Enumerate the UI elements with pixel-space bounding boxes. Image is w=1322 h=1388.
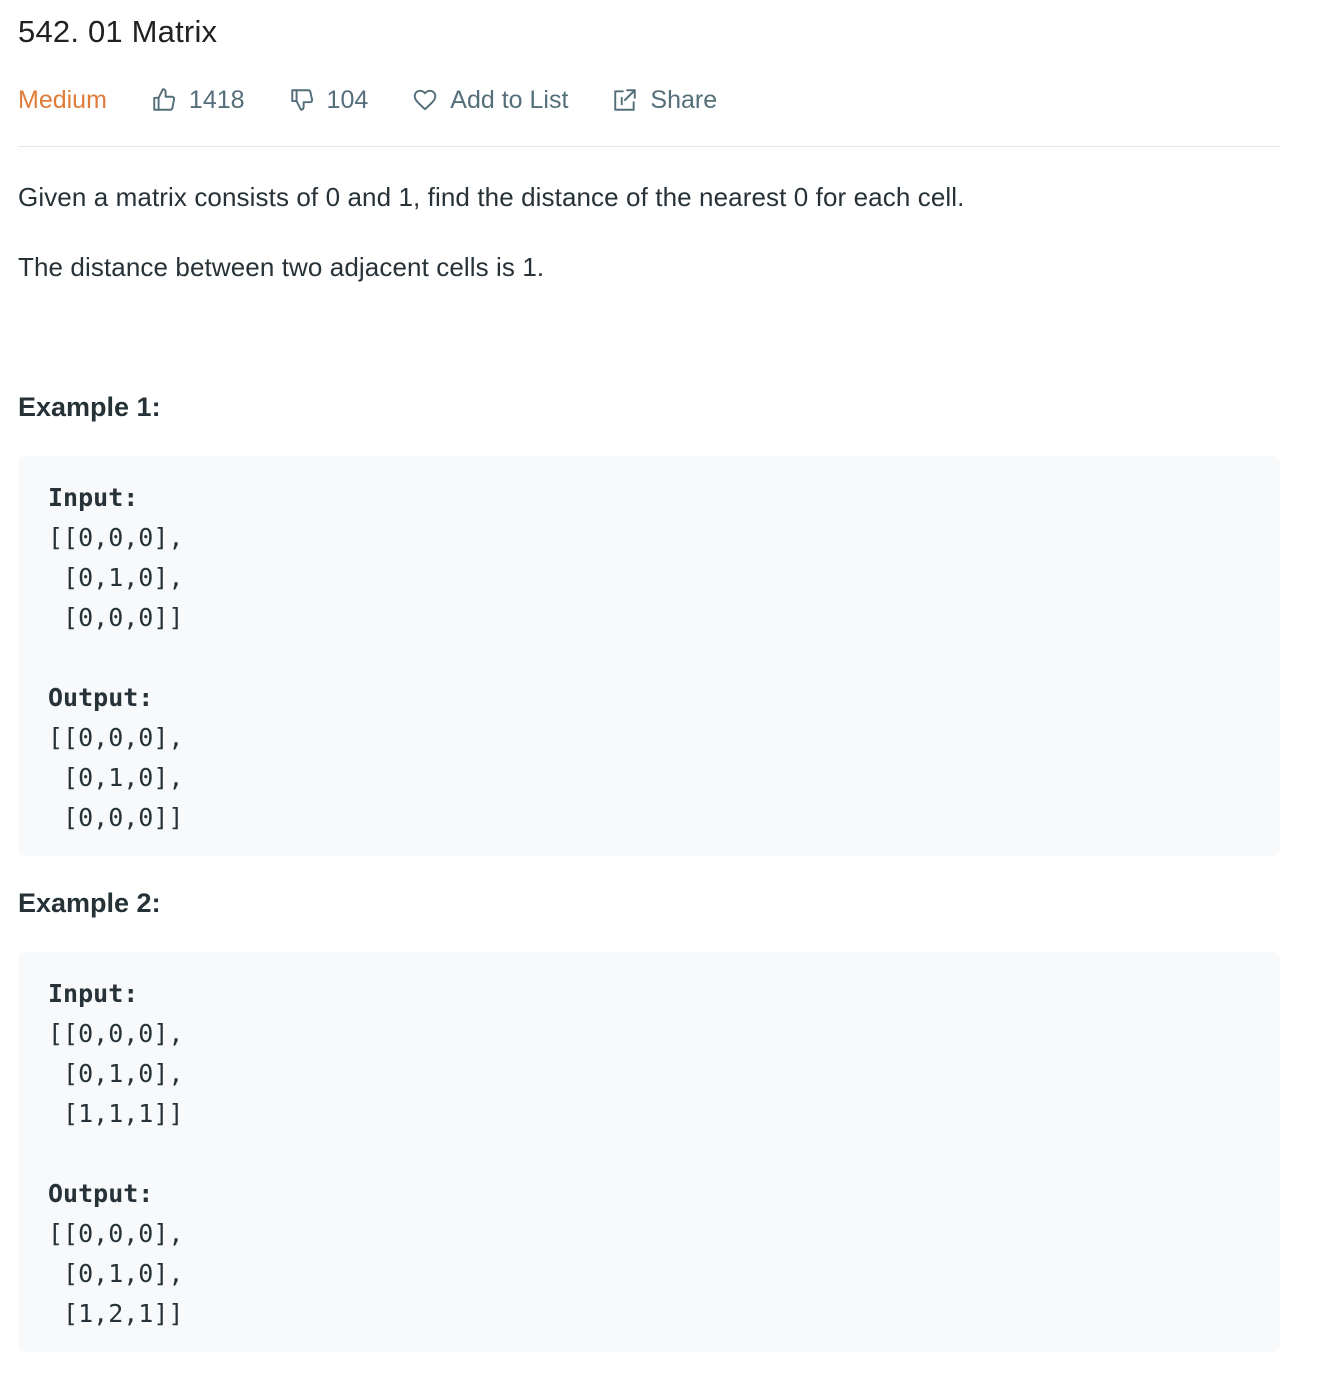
- description-paragraph-1: Given a matrix consists of 0 and 1, find…: [18, 182, 965, 212]
- heart-icon: [413, 89, 437, 111]
- like-count: 1418: [188, 85, 245, 114]
- example-2-input-line: [[0,0,0],: [48, 1019, 184, 1048]
- example-2-output-line: [0,1,0],: [48, 1259, 184, 1288]
- dislike-count: 104: [326, 85, 369, 114]
- header-divider: [18, 146, 1280, 147]
- example-1-input-line: [[0,0,0],: [48, 523, 184, 552]
- thumbs-down-icon: [290, 89, 313, 111]
- example-2-output-line: [1,2,1]]: [48, 1299, 184, 1328]
- example-2-input-line: [1,1,1]]: [48, 1099, 184, 1128]
- difficulty-badge: Medium: [18, 85, 107, 114]
- code-spacer: [48, 1134, 1250, 1174]
- example-1-output-label: Output:: [48, 683, 154, 712]
- example-2-input-line: [0,1,0],: [48, 1059, 184, 1088]
- example-1-output-line: [[0,0,0],: [48, 723, 184, 752]
- problem-meta-bar: Medium 1418 104 Add to List Share: [18, 82, 761, 118]
- add-to-list-label: Add to List: [450, 85, 569, 114]
- share-icon: [614, 89, 637, 111]
- share-button[interactable]: Share: [612, 86, 717, 115]
- share-label: Share: [650, 85, 718, 114]
- code-spacer: [48, 638, 1250, 678]
- example-2-output-label: Output:: [48, 1179, 154, 1208]
- example-1-code-block: Input: [[0,0,0], [0,1,0], [0,0,0]] Outpu…: [18, 456, 1280, 856]
- example-2-title: Example 2:: [18, 888, 161, 918]
- problem-title: 542. 01 Matrix: [18, 14, 218, 49]
- example-1-title: Example 1:: [18, 392, 161, 422]
- description-paragraph-2: The distance between two adjacent cells …: [18, 252, 545, 282]
- dislike-button[interactable]: 104: [289, 85, 369, 115]
- example-2-input-label: Input:: [48, 979, 139, 1008]
- example-2-code-block: Input: [[0,0,0], [0,1,0], [1,1,1]] Outpu…: [18, 952, 1280, 1352]
- example-1-input-line: [0,1,0],: [48, 563, 184, 592]
- example-1-output-line: [0,0,0]]: [48, 803, 184, 832]
- example-1-input-line: [0,0,0]]: [48, 603, 184, 632]
- add-to-list-button[interactable]: Add to List: [412, 86, 568, 115]
- thumbs-up-icon: [153, 88, 176, 111]
- example-1-input-label: Input:: [48, 483, 139, 512]
- example-1-output-line: [0,1,0],: [48, 763, 184, 792]
- like-button[interactable]: 1418: [151, 86, 245, 115]
- example-2-output-line: [[0,0,0],: [48, 1219, 184, 1248]
